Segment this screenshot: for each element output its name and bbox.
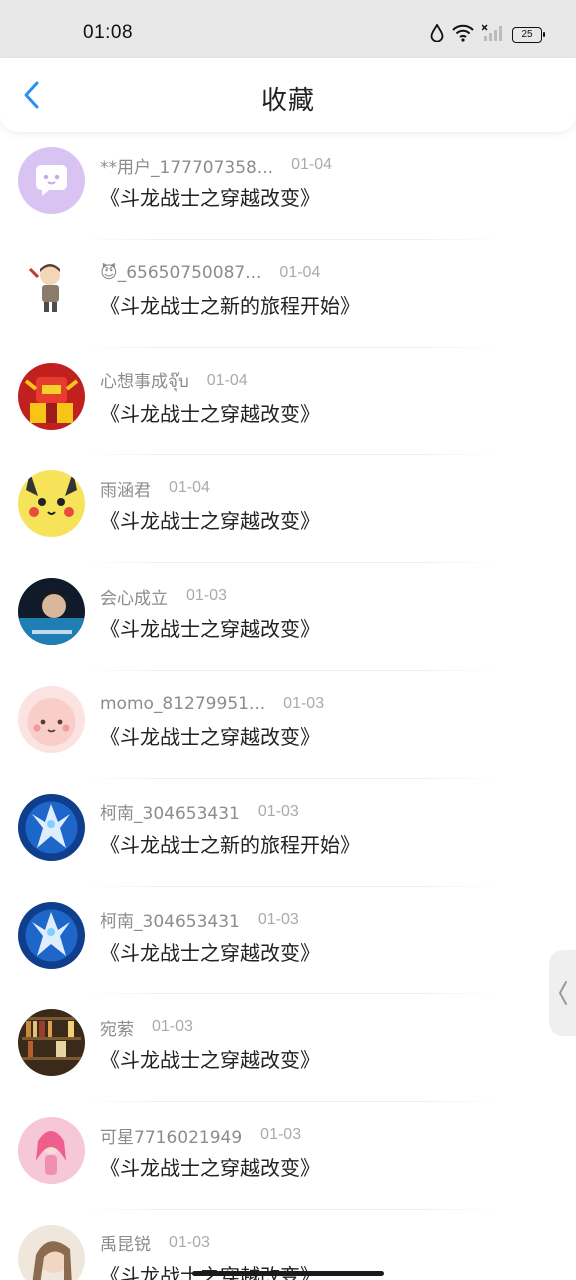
favorites-list: **用户_177707358... 01-04 《斗龙战士之穿越改变》 😈_65… bbox=[0, 132, 576, 1280]
work-title[interactable]: 《斗龙战士之穿越改变》 bbox=[100, 1260, 320, 1280]
battery-icon: 25 bbox=[512, 27, 545, 43]
work-title[interactable]: 《斗龙战士之穿越改变》 bbox=[100, 182, 320, 211]
avatar-dark-portrait bbox=[18, 578, 85, 646]
username: **用户_177707358... bbox=[100, 157, 274, 178]
wifi-icon bbox=[452, 24, 474, 46]
username: 心想事成จุ๊บ bbox=[100, 371, 189, 392]
username: momo_81279951... bbox=[100, 693, 266, 714]
list-item[interactable]: 会心成立 01-03 《斗龙战士之穿越改变》 bbox=[0, 563, 576, 671]
username: 可星7716021949 bbox=[100, 1127, 243, 1148]
avatar-pink-character bbox=[18, 685, 85, 753]
work-title[interactable]: 《斗龙战士之穿越改变》 bbox=[100, 613, 320, 642]
avatar-blue-warrior bbox=[18, 793, 85, 861]
list-item[interactable]: momo_81279951... 01-03 《斗龙战士之穿越改变》 bbox=[0, 671, 576, 779]
list-item[interactable]: 宛萦 01-03 《斗龙战士之穿越改变》 bbox=[0, 994, 576, 1103]
list-item[interactable]: 柯南_304653431 01-03 《斗龙战士之新的旅程开始》 bbox=[0, 779, 576, 887]
list-item[interactable]: **用户_177707358... 01-04 《斗龙战士之穿越改变》 bbox=[0, 132, 576, 240]
avatar-blue-warrior bbox=[18, 901, 85, 969]
signal-icon bbox=[481, 24, 504, 46]
date: 01-04 bbox=[279, 263, 321, 281]
work-title[interactable]: 《斗龙战士之穿越改变》 bbox=[100, 1044, 320, 1073]
work-title[interactable]: 《斗龙战士之新的旅程开始》 bbox=[100, 290, 360, 319]
avatar-girl-portrait bbox=[18, 1224, 85, 1280]
home-indicator bbox=[192, 1271, 384, 1276]
status-icons: 25 bbox=[430, 22, 545, 48]
date: 01-03 bbox=[152, 1018, 193, 1036]
avatar-pink-anime bbox=[18, 1117, 85, 1185]
page-title: 收藏 bbox=[260, 86, 315, 116]
list-item[interactable]: 禹昆锐 01-03 《斗龙战士之穿越改变》 bbox=[0, 1210, 576, 1280]
avatar-purple-chat bbox=[18, 147, 85, 214]
list-item[interactable]: 柯南_304653431 01-03 《斗龙战士之穿越改变》 bbox=[0, 887, 576, 995]
chevron-left-icon bbox=[558, 981, 567, 1005]
date: 01-04 bbox=[169, 479, 210, 497]
date: 01-04 bbox=[291, 156, 332, 173]
list-item[interactable]: 可星7716021949 01-03 《斗龙战士之穿越改变》 bbox=[0, 1102, 576, 1210]
work-title[interactable]: 《斗龙战士之穿越改变》 bbox=[100, 505, 320, 534]
date: 01-03 bbox=[283, 694, 325, 712]
water-drop-icon bbox=[430, 23, 444, 46]
username: 宛萦 bbox=[100, 1019, 134, 1040]
username: 禹昆锐 bbox=[100, 1235, 151, 1256]
date: 01-03 bbox=[257, 802, 299, 820]
username: 雨涵君 bbox=[100, 480, 151, 501]
status-time: 01:08 bbox=[83, 22, 134, 43]
username: 😈_65650750087... bbox=[100, 262, 262, 283]
work-title[interactable]: 《斗龙战士之穿越改变》 bbox=[100, 398, 320, 427]
avatar-pikachu bbox=[18, 470, 85, 538]
username: 柯南_304653431 bbox=[100, 912, 240, 933]
username: 会心成立 bbox=[100, 588, 168, 609]
status-bar: 01:08 25 bbox=[0, 0, 576, 58]
list-item[interactable]: 心想事成จุ๊บ 01-04 《斗龙战士之穿越改变》 bbox=[0, 348, 576, 456]
list-item[interactable]: 雨涵君 01-04 《斗龙战士之穿越改变》 bbox=[0, 455, 576, 564]
date: 01-03 bbox=[260, 1126, 302, 1144]
date: 01-04 bbox=[206, 371, 248, 389]
avatar-red-robot bbox=[18, 362, 85, 430]
work-title[interactable]: 《斗龙战士之新的旅程开始》 bbox=[100, 829, 360, 858]
date: 01-03 bbox=[169, 1233, 210, 1251]
username: 柯南_304653431 bbox=[100, 804, 240, 825]
date: 01-03 bbox=[257, 910, 299, 928]
work-title[interactable]: 《斗龙战士之穿越改变》 bbox=[100, 1152, 320, 1181]
work-title[interactable]: 《斗龙战士之穿越改变》 bbox=[100, 937, 320, 966]
work-title[interactable]: 《斗龙战士之穿越改变》 bbox=[100, 721, 320, 750]
list-item[interactable]: 😈_65650750087... 01-04 《斗龙战士之新的旅程开始》 bbox=[0, 240, 576, 348]
side-drawer-handle[interactable] bbox=[549, 950, 576, 1036]
header: 收藏 bbox=[0, 58, 576, 132]
date: 01-03 bbox=[186, 587, 227, 605]
avatar-cartoon-boy bbox=[18, 254, 85, 322]
avatar-bookshelf bbox=[18, 1009, 85, 1077]
